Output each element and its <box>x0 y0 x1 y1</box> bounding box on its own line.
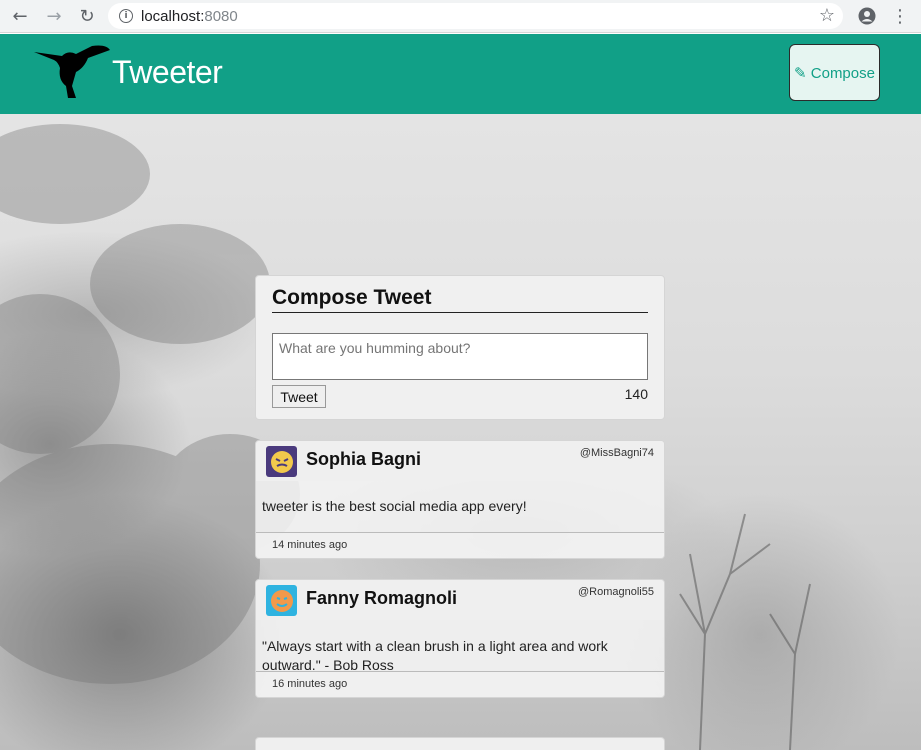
browser-toolbar: ← → ↻ i localhost:8080 ☆ ⋮ <box>0 0 921 33</box>
reload-icon[interactable]: ↻ <box>75 4 99 28</box>
tweet-text: "Always start with a clean brush in a li… <box>262 638 608 673</box>
app-header: Tweeter ✎ Compose <box>0 34 921 114</box>
bookmark-star-icon[interactable]: ☆ <box>819 5 835 26</box>
forward-arrow-icon[interactable]: → <box>42 4 66 28</box>
tweet-text: tweeter is the best social media app eve… <box>262 498 527 514</box>
tweet-author-handle: @MissBagni74 <box>579 447 654 459</box>
tweet-header: Fanny Romagnoli @Romagnoli55 <box>256 580 664 620</box>
tweet-footer: 14 minutes ago <box>256 532 664 558</box>
url-text: localhost:8080 <box>141 7 238 25</box>
tweet-card: Sophia Bagni @MissBagni74 tweeter is the… <box>255 440 665 559</box>
tweet-text-input[interactable] <box>272 333 648 380</box>
tweet-timestamp: 14 minutes ago <box>272 539 348 551</box>
menu-kebab-icon[interactable]: ⋮ <box>888 4 912 28</box>
back-arrow-icon[interactable]: ← <box>8 4 32 28</box>
hummingbird-logo-icon <box>32 42 112 100</box>
avatar <box>266 446 297 477</box>
tweet-card <box>255 737 665 750</box>
avatar <box>266 585 297 616</box>
address-bar[interactable]: i localhost:8080 ☆ <box>108 3 843 29</box>
tweet-author-name: Sophia Bagni <box>306 449 422 469</box>
compose-button[interactable]: ✎ Compose <box>789 44 880 101</box>
tweet-card: Fanny Romagnoli @Romagnoli55 "Always sta… <box>255 579 665 698</box>
character-counter: 140 <box>624 386 648 402</box>
tweet-author-handle: @Romagnoli55 <box>578 586 654 598</box>
tweet-submit-button[interactable]: Tweet <box>272 385 326 408</box>
info-icon[interactable]: i <box>119 9 133 23</box>
compose-title: Compose Tweet <box>272 286 648 313</box>
profile-icon[interactable] <box>855 4 879 28</box>
tweet-timestamp: 16 minutes ago <box>272 678 348 690</box>
tweet-author-name: Fanny Romagnoli <box>306 588 458 608</box>
brand-title: Tweeter <box>112 54 223 90</box>
compose-tweet-panel: Compose Tweet Tweet 140 <box>255 275 665 420</box>
tweet-footer: 16 minutes ago <box>256 671 664 697</box>
tweet-header: Sophia Bagni @MissBagni74 <box>256 441 664 481</box>
